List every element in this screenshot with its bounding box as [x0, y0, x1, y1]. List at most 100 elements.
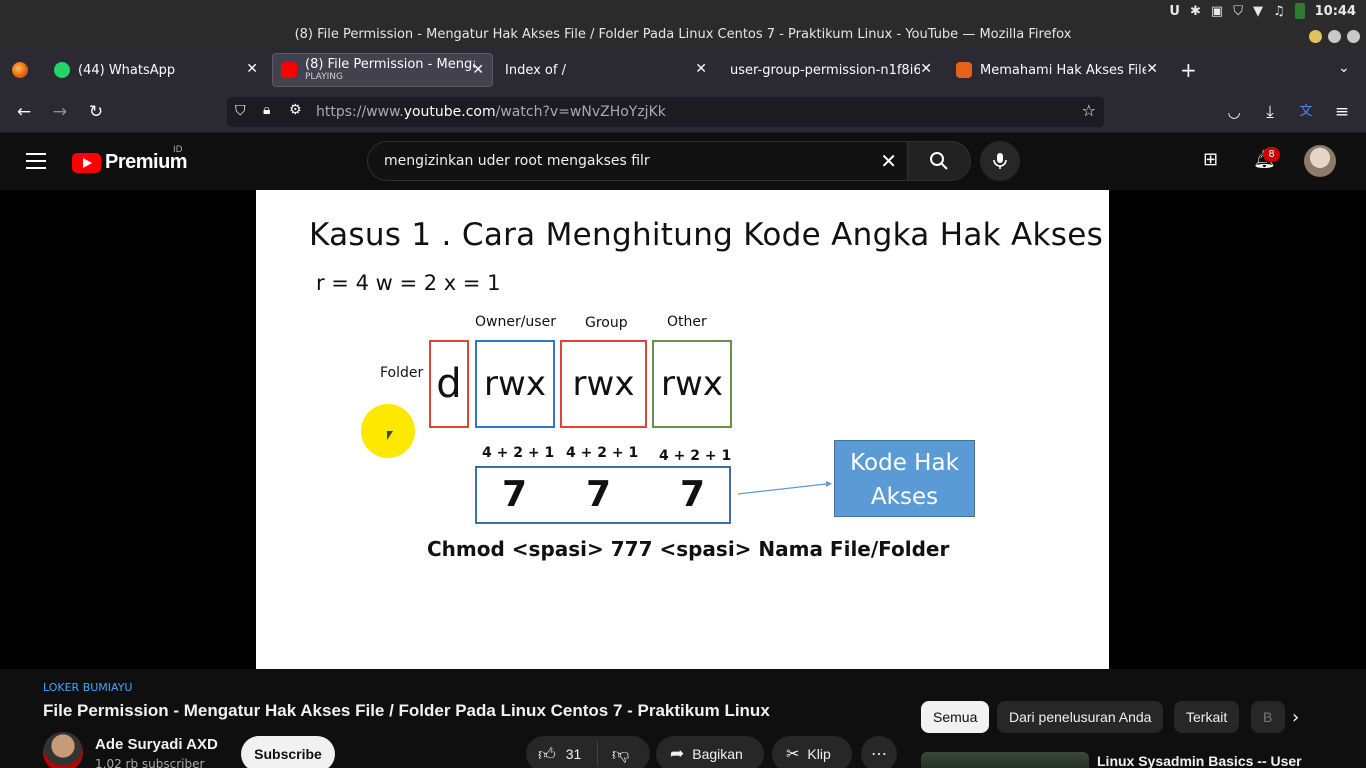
bluetooth-icon[interactable]: ✱: [1190, 4, 1201, 19]
forward-button[interactable]: →: [50, 102, 70, 122]
hamburger-menu-icon[interactable]: [26, 153, 46, 169]
firefox-view-icon[interactable]: [12, 62, 28, 78]
video-info: LOKER BUMIAYU File Permission - Mengatur…: [0, 669, 1366, 768]
system-tray: U ✱ ▣ ⛉ ▼ ♫ 10:44: [1169, 3, 1356, 19]
chip-more[interactable]: B: [1251, 701, 1285, 733]
window-title: (8) File Permission - Mengatur Hak Akses…: [294, 27, 1072, 42]
lock-icon[interactable]: 🔒︎: [263, 102, 270, 118]
tab-youtube[interactable]: (8) File Permission - Mengat PLAYING ✕: [272, 53, 493, 87]
tab-memahami[interactable]: Memahami Hak Akses File P ✕: [948, 53, 1166, 87]
recommended-title[interactable]: Linux Sysadmin Basics -- User: [1097, 753, 1302, 768]
owner-box: rwx: [475, 340, 555, 428]
battery-icon[interactable]: [1294, 3, 1305, 19]
clipboard-icon[interactable]: ▣: [1211, 4, 1223, 19]
chip-terkait[interactable]: Terkait: [1174, 701, 1240, 733]
slide-equation: r = 4 w = 2 x = 1: [316, 271, 501, 295]
arrow: [737, 481, 832, 495]
channel-avatar[interactable]: [43, 732, 83, 768]
back-button[interactable]: ←: [14, 102, 34, 122]
downloads-icon[interactable]: ⤓: [1260, 102, 1280, 122]
more-actions-button[interactable]: ⋯: [861, 736, 897, 768]
thumbs-down-icon[interactable]: 👎︎: [612, 744, 629, 765]
youtube-logo[interactable]: Premium ID: [72, 145, 188, 174]
minimize-button[interactable]: [1309, 30, 1322, 43]
url-bar[interactable]: ⛉ 🔒︎ ⚙ https://www.youtube.com/watch?v=w…: [227, 97, 1104, 127]
share-icon: ➦: [670, 744, 685, 763]
like-button[interactable]: 👍︎ 31: [526, 742, 598, 766]
tab-list-chevron-icon[interactable]: ⌄: [1338, 60, 1350, 76]
notification-badge: 8: [1263, 147, 1280, 162]
close-window-button[interactable]: [1347, 30, 1360, 43]
group-sum: 4 + 2 + 1: [566, 445, 639, 461]
subscriber-count: 1,02 rb subscriber: [95, 757, 205, 768]
maximize-button[interactable]: [1328, 30, 1341, 43]
close-icon[interactable]: ✕: [472, 62, 484, 78]
kode-hak-akses-box: Kode Hak Akses: [834, 440, 975, 517]
other-box: rwx: [652, 340, 732, 428]
other-label: Other: [667, 314, 707, 330]
translate-icon[interactable]: 文: [1296, 102, 1316, 122]
folder-label: Folder: [380, 365, 424, 381]
mouse-pointer-icon: [387, 431, 393, 440]
close-icon[interactable]: ✕: [695, 61, 707, 77]
like-dislike-group: 👍︎ 31 👎︎: [526, 736, 650, 768]
youtube-icon: [281, 62, 297, 78]
clip-button[interactable]: ✂ Klip: [772, 736, 852, 768]
url-text[interactable]: https://www.youtube.com/watch?v=wNvZHoYz…: [316, 104, 666, 120]
tab-index[interactable]: Index of / ✕: [497, 53, 715, 87]
tab-user-group[interactable]: user-group-permission-n1f8i64 ✕: [722, 53, 940, 87]
chmod-command: Chmod <spasi> 777 <spasi> Nama File/Fold…: [427, 537, 950, 561]
hashtag-link[interactable]: LOKER BUMIAYU: [43, 681, 132, 694]
subscribe-button[interactable]: Subscribe: [241, 736, 335, 768]
chip-dari-penelusuran[interactable]: Dari penelusuran Anda: [997, 701, 1164, 733]
close-icon[interactable]: ✕: [246, 61, 258, 77]
account-avatar[interactable]: [1304, 145, 1336, 177]
window-title-bar: (8) File Permission - Mengatur Hak Akses…: [0, 24, 1366, 48]
youtube-header: Premium ID mengizinkan uder root mengaks…: [0, 133, 1366, 190]
owner-sum: 4 + 2 + 1: [482, 445, 555, 461]
type-box: d: [429, 340, 469, 428]
clear-search-icon[interactable]: ✕: [880, 149, 897, 173]
tracking-shield-icon[interactable]: ⛉: [235, 103, 246, 119]
bookmark-star-icon[interactable]: ☆: [1082, 101, 1096, 120]
recommended-thumbnail[interactable]: [921, 752, 1089, 768]
video-title: File Permission - Mengatur Hak Akses Fil…: [43, 701, 770, 720]
navigation-bar: ← → ↻ ⛉ 🔒︎ ⚙ https://www.youtube.com/wat…: [0, 92, 1366, 133]
video-slide[interactable]: Kasus 1 . Cara Menghitung Kode Angka Hak…: [256, 190, 1109, 669]
permissions-icon[interactable]: ⚙: [289, 102, 302, 118]
site-icon: [956, 62, 972, 78]
channel-name[interactable]: Ade Suryadi AXD: [95, 736, 218, 753]
voice-search-button[interactable]: [980, 141, 1020, 181]
group-digit: 7: [586, 474, 612, 515]
vpn-icon[interactable]: U: [1169, 4, 1180, 19]
other-sum: 4 + 2 + 1: [659, 448, 732, 464]
thumbs-up-icon: 👍︎: [538, 744, 556, 764]
other-digit: 7: [680, 474, 706, 515]
mic-icon: [993, 153, 1007, 169]
group-box: rwx: [560, 340, 647, 428]
group-label: Group: [585, 315, 628, 331]
owner-digit: 7: [502, 474, 528, 515]
wifi-icon[interactable]: ▼: [1253, 4, 1263, 19]
music-icon[interactable]: ♫: [1273, 4, 1285, 19]
search-button[interactable]: [907, 141, 971, 181]
chip-semua[interactable]: Semua: [921, 701, 990, 733]
close-icon[interactable]: ✕: [920, 61, 932, 77]
chips-next-chevron-icon[interactable]: ›: [1292, 707, 1299, 728]
pocket-icon[interactable]: ◡: [1224, 102, 1244, 122]
whatsapp-icon: [54, 62, 70, 78]
reload-button[interactable]: ↻: [86, 102, 106, 122]
slide-title: Kasus 1 . Cara Menghitung Kode Angka Hak…: [309, 217, 1104, 253]
tab-whatsapp[interactable]: (44) WhatsApp ✕: [46, 53, 266, 87]
clock[interactable]: 10:44: [1315, 4, 1356, 19]
system-top-bar: U ✱ ▣ ⛉ ▼ ♫ 10:44: [0, 0, 1366, 24]
shield-icon[interactable]: ⛉: [1233, 4, 1243, 19]
close-icon[interactable]: ✕: [1146, 61, 1158, 77]
tab-strip: (44) WhatsApp ✕ (8) File Permission - Me…: [0, 48, 1366, 92]
octal-box: 7 7 7: [475, 466, 731, 524]
create-video-icon[interactable]: ⊞: [1203, 149, 1218, 170]
share-button[interactable]: ➦ Bagikan: [656, 736, 764, 768]
new-tab-button[interactable]: +: [1180, 58, 1197, 82]
search-input[interactable]: mengizinkan uder root mengakses filr ✕: [367, 141, 908, 181]
menu-icon[interactable]: ≡: [1332, 102, 1352, 122]
